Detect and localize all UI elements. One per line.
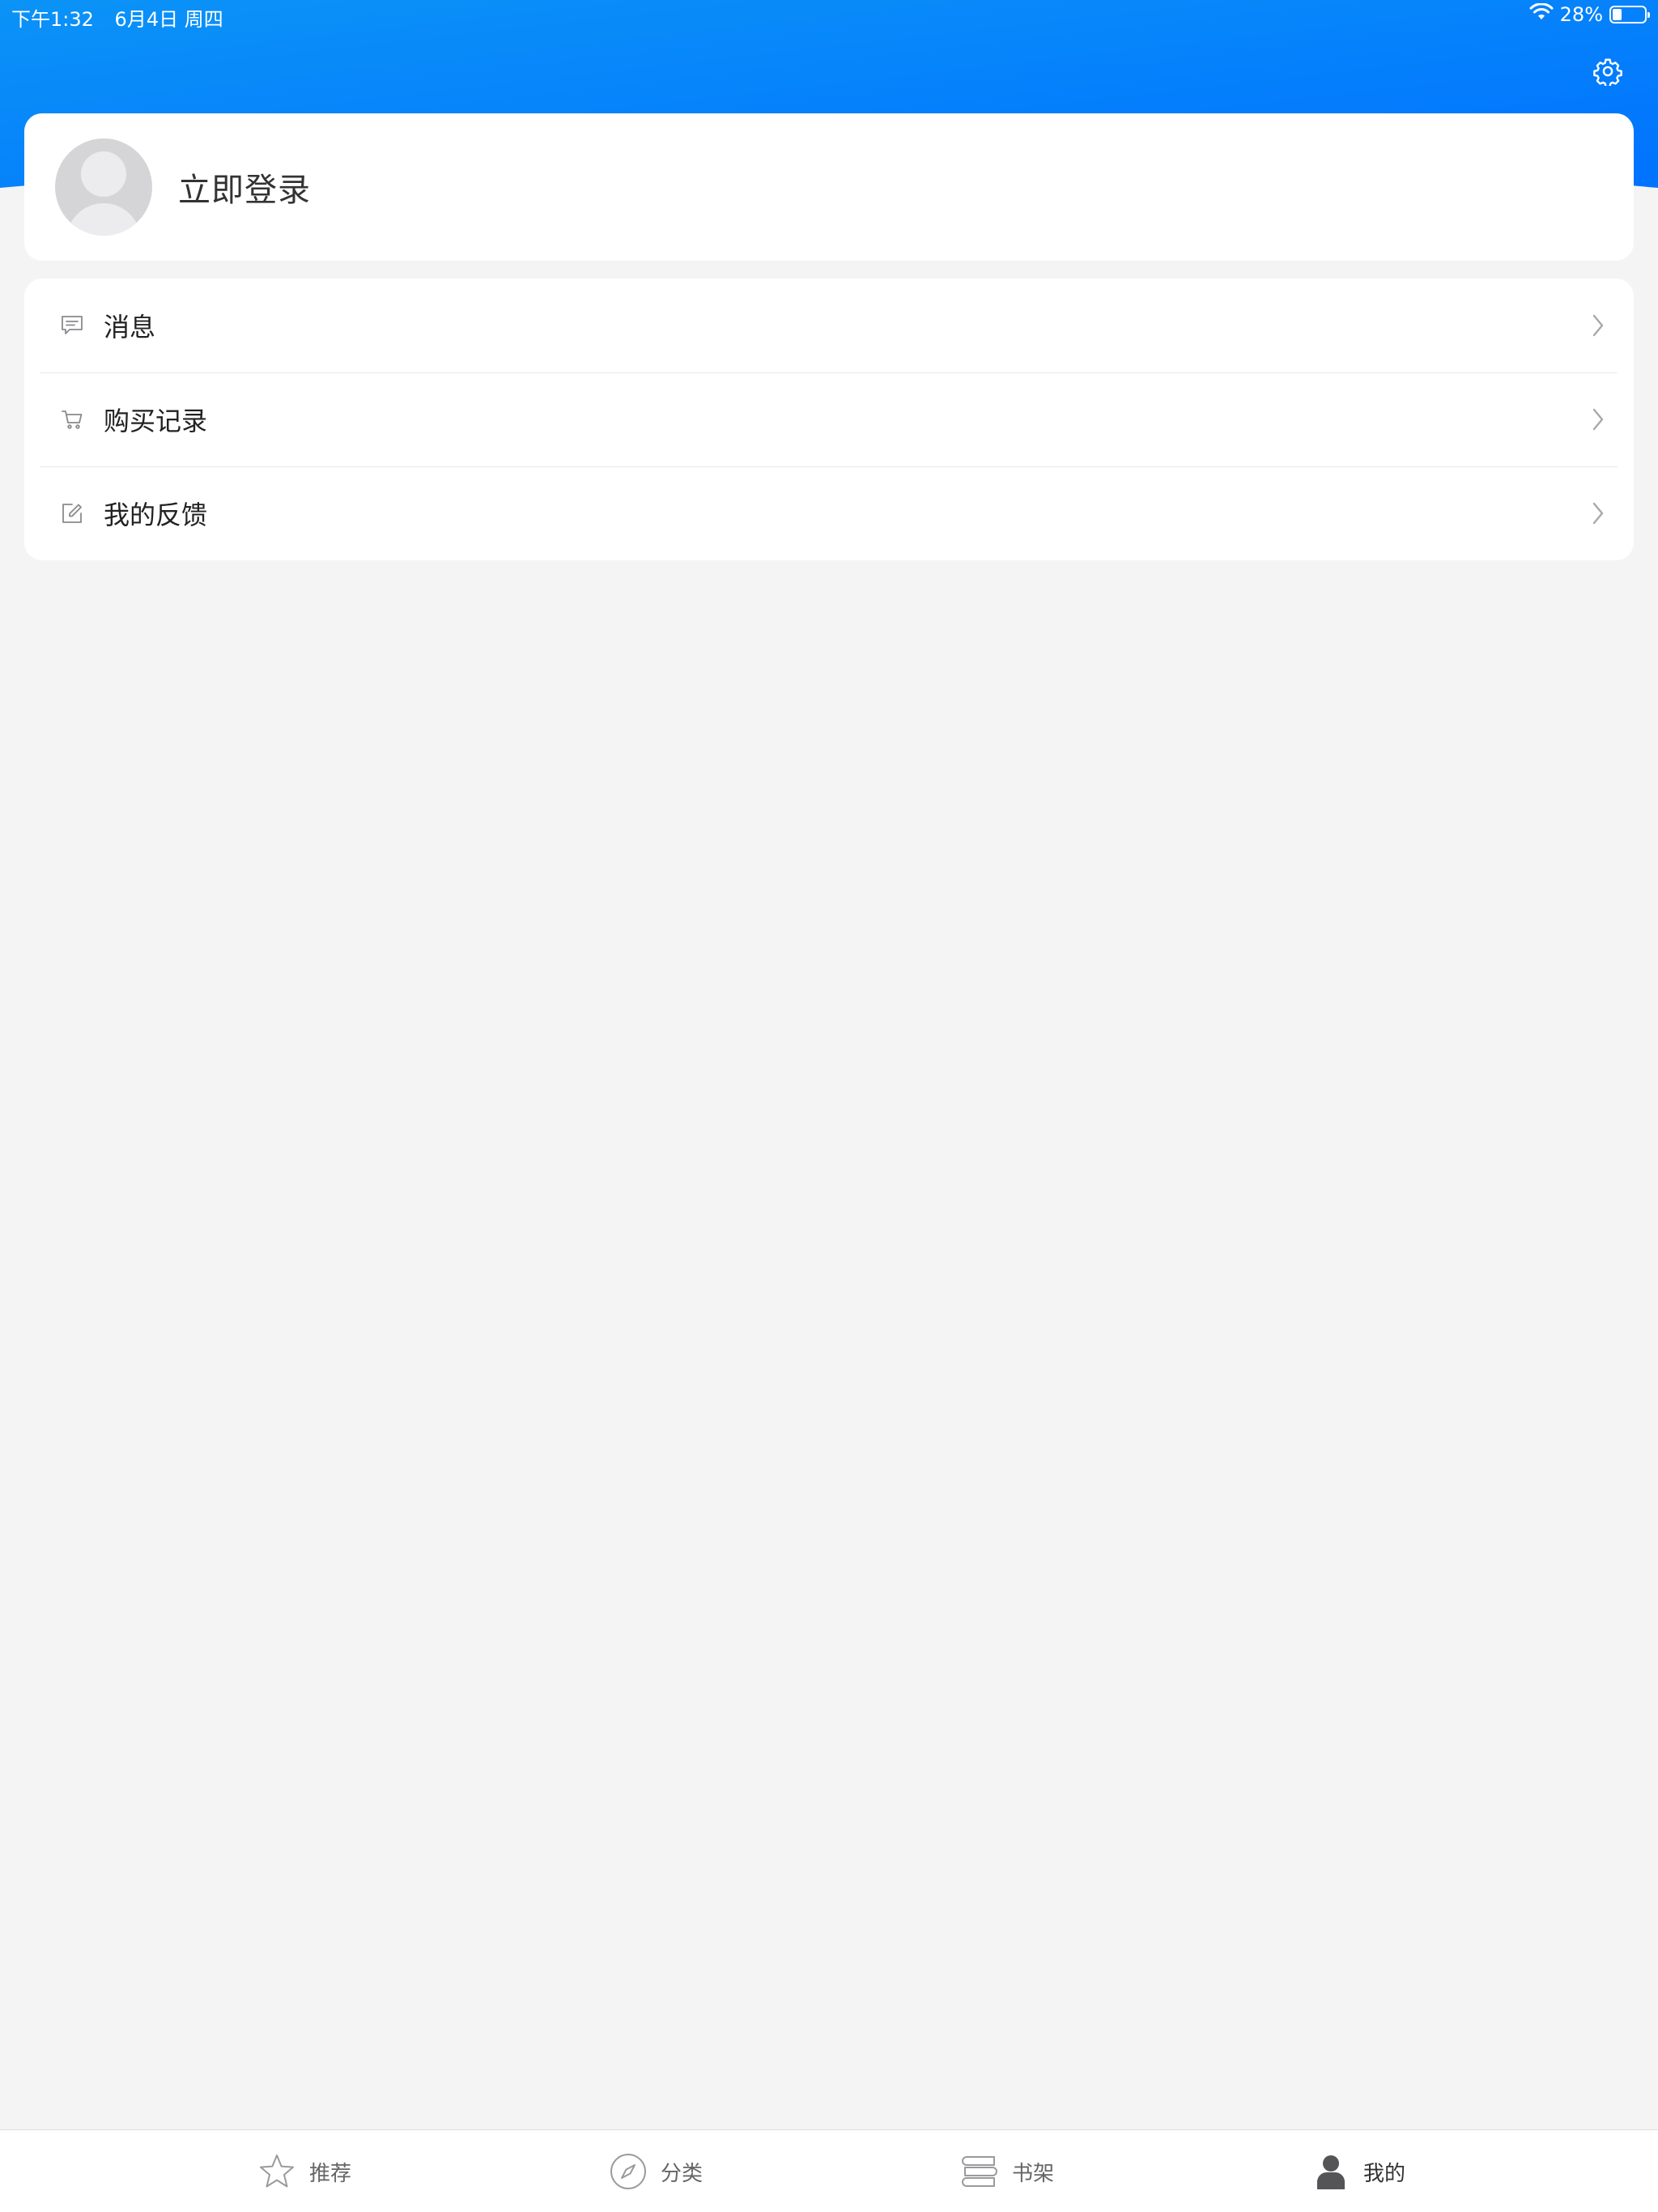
login-card[interactable]: 立即登录 (24, 113, 1634, 261)
tab-label: 我的 (1363, 2161, 1405, 2186)
person-icon (1312, 2152, 1350, 2191)
status-time: 下午1:32 (11, 8, 94, 31)
chevron-right-icon (1590, 499, 1606, 528)
battery-level-fill (1613, 9, 1622, 20)
avatar-body (66, 203, 141, 236)
tab-bar: 推荐 分类 书架 我的 (0, 2129, 1658, 2212)
battery-icon (1609, 6, 1650, 23)
bookshelf-icon (960, 2152, 999, 2191)
chevron-right-icon (1590, 311, 1606, 340)
menu-item-messages[interactable]: 消息 (24, 279, 1634, 372)
status-right: 28% (1529, 2, 1650, 26)
chevron-right-icon (1590, 405, 1606, 434)
avatar-head (81, 151, 126, 197)
message-icon (60, 313, 84, 338)
menu-item-label: 我的反馈 (104, 500, 208, 530)
menu-card: 消息 购买记录 我的反馈 (24, 279, 1634, 560)
menu-item-label: 消息 (104, 312, 156, 342)
battery-percent: 28% (1559, 3, 1603, 26)
login-label[interactable]: 立即登录 (178, 164, 311, 211)
gear-icon (1593, 57, 1622, 89)
app-root: 下午1:32 6月4日 周四 28% 立即登录 消息 购买记录 我的反馈 推荐 … (0, 0, 1658, 2212)
menu-item-label: 购买记录 (104, 406, 208, 436)
default-avatar-icon (55, 138, 152, 236)
tab-mine[interactable]: 我的 (1151, 2130, 1566, 2212)
cart-icon (60, 407, 84, 432)
menu-item-purchase-history[interactable]: 购买记录 (24, 372, 1634, 466)
status-date: 6月4日 周四 (114, 8, 223, 31)
compass-icon (609, 2152, 648, 2191)
menu-item-feedback[interactable]: 我的反馈 (24, 466, 1634, 560)
wifi-icon (1529, 2, 1554, 26)
edit-icon (60, 501, 84, 525)
star-icon (257, 2152, 296, 2191)
tab-label: 推荐 (308, 2161, 351, 2186)
status-bar: 下午1:32 6月4日 周四 28% (0, 0, 1658, 32)
tab-label: 书架 (1011, 2161, 1054, 2186)
settings-button[interactable] (1590, 55, 1626, 91)
tab-label: 分类 (660, 2161, 703, 2186)
status-left: 下午1:32 6月4日 周四 (11, 3, 238, 32)
